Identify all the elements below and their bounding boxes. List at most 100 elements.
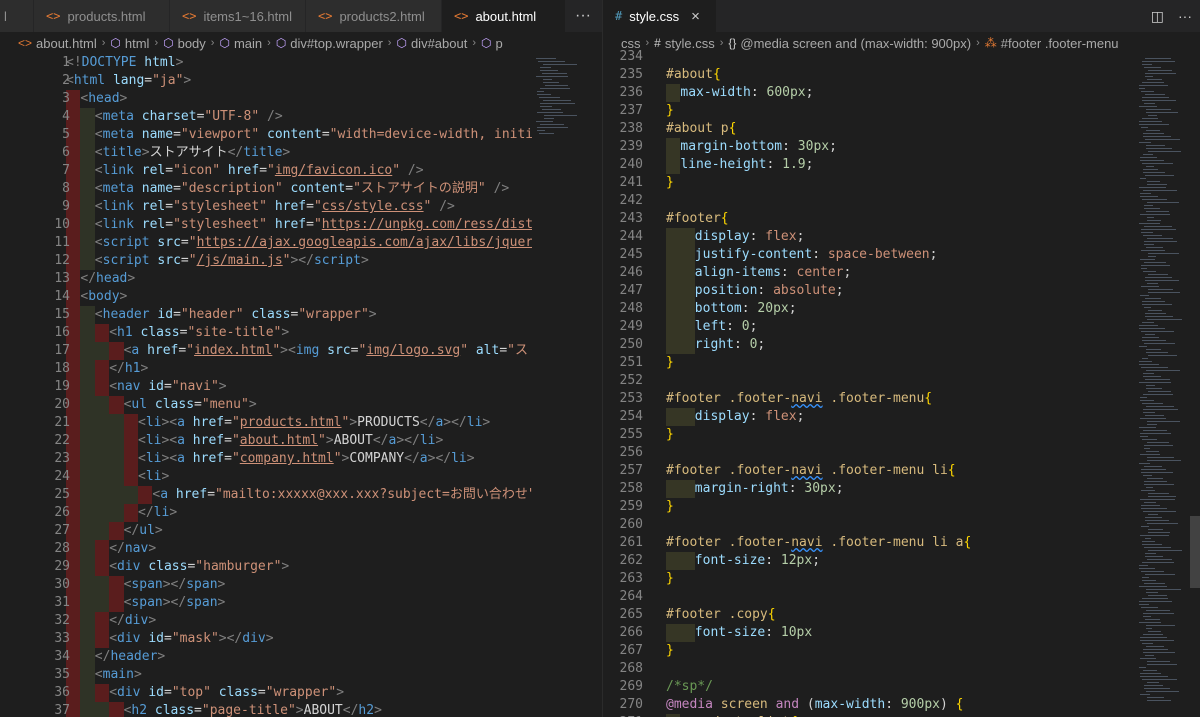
- code-token: a: [177, 433, 185, 448]
- indent-guide: [80, 216, 95, 234]
- indent-guide: [666, 282, 681, 300]
- code-token: ></: [162, 595, 187, 610]
- indent-guide: [80, 396, 95, 414]
- more-actions-icon[interactable]: ···: [1178, 8, 1192, 24]
- css-code-editor[interactable]: 234 235 #about{236 max-width: 600px; 237} 238…: [603, 49, 1200, 717]
- minimap-line: [1145, 538, 1151, 539]
- breadcrumb-item[interactable]: ⬡ div#about: [396, 36, 467, 51]
- line-number: 236: [619, 85, 643, 100]
- minimap-line: [1139, 106, 1157, 107]
- tab-style-css[interactable]: # style.css ×: [603, 0, 717, 32]
- minimap-line: [1141, 286, 1159, 287]
- breadcrumb-item[interactable]: ⬡ html: [110, 36, 149, 51]
- breadcrumb-item[interactable]: ⬡ body: [163, 36, 206, 51]
- code-line: 36 <div id="top" class="wrapper">: [0, 684, 602, 702]
- minimap-line: [1139, 223, 1160, 224]
- code-token: 1.9: [782, 157, 806, 172]
- code-line: 250 right: 0;: [603, 336, 1200, 354]
- code-token: ></: [290, 253, 314, 268]
- code-token: /*sp*/: [666, 679, 713, 694]
- code-token: 12px: [780, 553, 813, 568]
- code-line: 24 <li>: [0, 468, 602, 486]
- code-token: center: [796, 265, 844, 280]
- minimap-line: [540, 70, 558, 71]
- minimap-line: [1140, 436, 1148, 437]
- breadcrumb-item[interactable]: <> about.html: [18, 36, 97, 51]
- minimap-line: [1148, 274, 1168, 275]
- code-token: <: [109, 685, 118, 700]
- html-editor-pane: l <> products.html <> items1~16.html <> produc…: [0, 0, 602, 717]
- code-token: ></: [162, 577, 187, 592]
- code-token: "UTF-8": [204, 109, 260, 124]
- minimap-line: [1144, 502, 1156, 503]
- line-number: 235: [619, 67, 643, 82]
- code-token: ABOUT: [303, 703, 343, 717]
- code-token: <: [94, 199, 103, 214]
- tabs-overflow-icon[interactable]: ···: [566, 0, 600, 32]
- line-number: 33: [54, 631, 70, 646]
- minimap-line: [1142, 97, 1169, 98]
- code-token: =: [224, 451, 232, 466]
- indent-guide: [666, 84, 681, 102]
- indent-guide: [94, 396, 110, 414]
- minimap-line: [1141, 472, 1173, 473]
- code-token: screen: [720, 697, 768, 712]
- code-text: #footer{: [666, 210, 729, 228]
- minimap-line: [1139, 88, 1145, 89]
- breadcrumb-item[interactable]: ⬡ div#top.wrapper: [276, 36, 383, 51]
- minimap-line: [1142, 544, 1162, 545]
- code-token: ;: [812, 553, 821, 568]
- code-token: /js/main.js: [196, 253, 283, 268]
- code-token: {: [767, 607, 776, 622]
- symbol-icon: ⬡: [219, 36, 230, 50]
- code-token: =: [163, 685, 172, 700]
- line-number: 24: [54, 469, 70, 484]
- breadcrumb-item[interactable]: ⬡ main: [219, 36, 262, 51]
- minimap-line: [1147, 442, 1169, 443]
- code-text: </header>: [95, 648, 165, 666]
- minimap-line: [1139, 142, 1151, 143]
- minimap-line: [1139, 346, 1147, 347]
- code-text: }: [666, 354, 674, 372]
- breadcrumb-item[interactable]: ⬡ p: [481, 36, 503, 51]
- line-number: 3: [62, 91, 70, 106]
- minimap-line: [1143, 634, 1163, 635]
- code-token: .footer-menu li: [822, 463, 948, 478]
- minimap-line: [1139, 601, 1172, 602]
- tab-l[interactable]: l: [0, 0, 34, 32]
- left-minimap[interactable]: [532, 54, 592, 717]
- code-token: >: [482, 415, 491, 430]
- line-number: 31: [54, 595, 70, 610]
- tab-products2-html[interactable]: <> products2.html: [306, 0, 442, 32]
- code-token: id: [157, 307, 174, 322]
- minimap-line: [1145, 277, 1172, 278]
- code-token: </: [342, 703, 359, 717]
- code-token: "header": [180, 307, 244, 322]
- line-number: 15: [54, 307, 70, 322]
- tab-items1-16-html[interactable]: <> items1~16.html: [170, 0, 306, 32]
- tab-about-html[interactable]: <> about.html: [442, 0, 566, 32]
- line-number: 238: [619, 121, 643, 136]
- split-editor-icon[interactable]: ◫: [1151, 8, 1164, 25]
- tab-label: items1~16.html: [203, 8, 292, 24]
- indent-guide: [666, 336, 681, 354]
- close-icon[interactable]: ×: [691, 8, 700, 25]
- indent-guide: [80, 126, 95, 144]
- minimap-line: [1139, 325, 1158, 326]
- right-minimap[interactable]: [1135, 54, 1195, 717]
- scrollbar-thumb[interactable]: [1190, 516, 1200, 588]
- code-token: :: [780, 265, 797, 280]
- code-token: ><: [280, 343, 296, 358]
- code-text: <header id="header" class="wrapper">: [95, 306, 377, 324]
- minimap-line: [1147, 478, 1163, 479]
- tab-products-html[interactable]: <> products.html: [34, 0, 170, 32]
- code-token: =: [306, 199, 314, 214]
- html-code-editor[interactable]: 1 <!DOCTYPE html> 2 <html lang="ja"> 3 <head>…: [0, 54, 602, 717]
- line-number: 9: [62, 199, 70, 214]
- code-text: }: [666, 426, 674, 444]
- indent-guide: [666, 552, 681, 570]
- code-text: <span></span>: [124, 594, 226, 612]
- code-line: 28 </nav>: [0, 540, 602, 558]
- vertical-scrollbar[interactable]: [1188, 54, 1200, 717]
- code-line: 13 </head>: [0, 270, 602, 288]
